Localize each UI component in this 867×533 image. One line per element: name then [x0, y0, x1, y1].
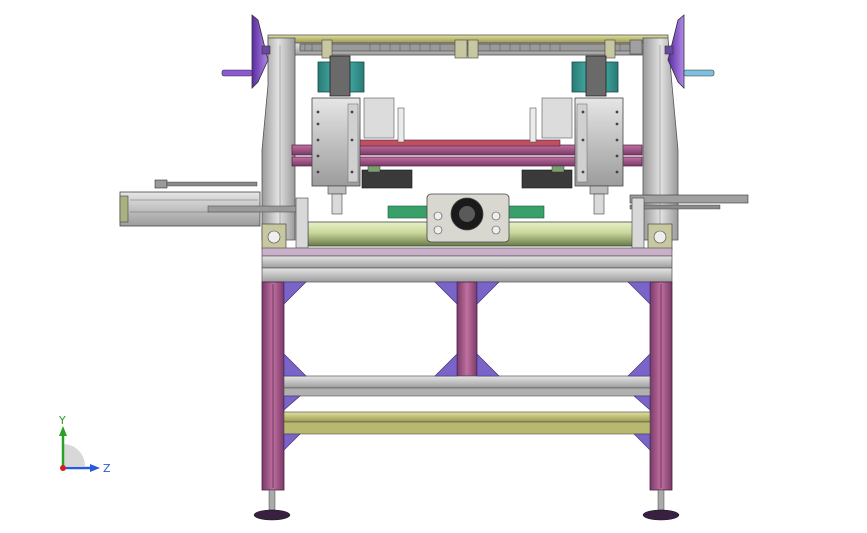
right-stepper-motor[interactable] — [571, 55, 619, 97]
table-top-plate[interactable] — [261, 247, 673, 283]
lower-cross-rails[interactable] — [283, 375, 651, 435]
machine-assembly-model[interactable] — [0, 0, 867, 533]
center-bearing-housing[interactable] — [426, 193, 510, 243]
left-threaded-rod[interactable] — [154, 179, 258, 189]
right-threaded-rod[interactable] — [629, 194, 749, 210]
left-spindle-carriage[interactable] — [311, 97, 413, 215]
leveling-feet[interactable] — [253, 489, 680, 521]
orientation-triad: Y Z — [58, 414, 111, 475]
triad-z-label: Z — [103, 462, 111, 475]
triad-origin — [60, 465, 66, 471]
right-handwheel[interactable] — [664, 14, 715, 89]
left-handwheel[interactable] — [221, 14, 271, 89]
triad-y-label: Y — [58, 414, 66, 427]
triad-y-arrowhead — [59, 426, 67, 436]
cad-viewport[interactable]: Y Z — [0, 0, 867, 533]
left-stepper-motor[interactable] — [317, 55, 365, 97]
right-spindle-carriage[interactable] — [521, 97, 624, 215]
triad-plane-fill — [63, 444, 85, 466]
triad-z-arrowhead — [90, 464, 100, 472]
